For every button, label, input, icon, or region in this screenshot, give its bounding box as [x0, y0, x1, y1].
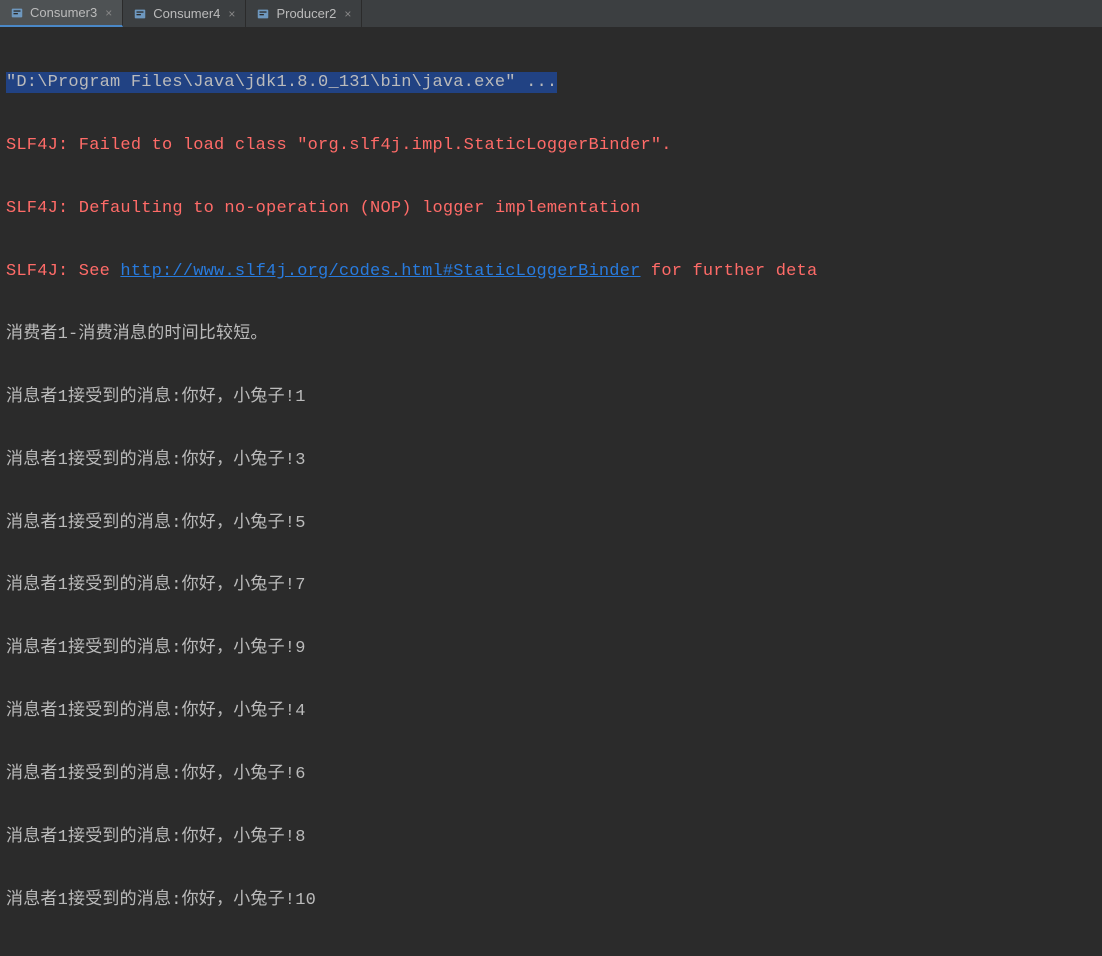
tab-label: Consumer3 — [30, 5, 97, 20]
error-line: SLF4J: Failed to load class "org.slf4j.i… — [6, 130, 1096, 161]
error-line: SLF4J: Defaulting to no-operation (NOP) … — [6, 193, 1096, 224]
output-line: 消息者1接受到的消息:你好，小兔子!7 — [6, 570, 1096, 601]
output-line: 消息者1接受到的消息:你好，小兔子!5 — [6, 508, 1096, 539]
tab-label: Consumer4 — [153, 6, 220, 21]
close-icon[interactable]: × — [228, 7, 235, 21]
error-line: SLF4J: See http://www.slf4j.org/codes.ht… — [6, 256, 1096, 287]
error-suffix: for further deta — [641, 262, 818, 281]
run-config-icon — [256, 7, 270, 21]
slf4j-link[interactable]: http://www.slf4j.org/codes.html#StaticLo… — [120, 262, 640, 281]
tab-consumer3[interactable]: Consumer3 × — [0, 0, 123, 27]
console-output[interactable]: "D:\Program Files\Java\jdk1.8.0_131\bin\… — [0, 28, 1102, 956]
output-line: 消息者1接受到的消息:你好，小兔子!8 — [6, 822, 1096, 853]
output-line: 消息者1接受到的消息:你好，小兔子!10 — [6, 885, 1096, 916]
run-tab-bar: Consumer3 × Consumer4 × Producer2 × — [0, 0, 1102, 28]
close-icon[interactable]: × — [344, 7, 351, 21]
output-header: 消费者1-消费消息的时间比较短。 — [6, 319, 1096, 350]
tab-producer2[interactable]: Producer2 × — [246, 0, 362, 27]
run-config-icon — [133, 7, 147, 21]
command-line: "D:\Program Files\Java\jdk1.8.0_131\bin\… — [6, 72, 557, 93]
tab-label: Producer2 — [276, 6, 336, 21]
output-line: 消息者1接受到的消息:你好，小兔子!3 — [6, 445, 1096, 476]
output-line: 消息者1接受到的消息:你好，小兔子!6 — [6, 759, 1096, 790]
close-icon[interactable]: × — [105, 6, 112, 20]
output-line: 消息者1接受到的消息:你好，小兔子!1 — [6, 382, 1096, 413]
run-config-icon — [10, 6, 24, 20]
tab-consumer4[interactable]: Consumer4 × — [123, 0, 246, 27]
error-prefix: SLF4J: See — [6, 262, 120, 281]
output-line: 消息者1接受到的消息:你好，小兔子!4 — [6, 696, 1096, 727]
output-line: 消息者1接受到的消息:你好，小兔子!9 — [6, 633, 1096, 664]
